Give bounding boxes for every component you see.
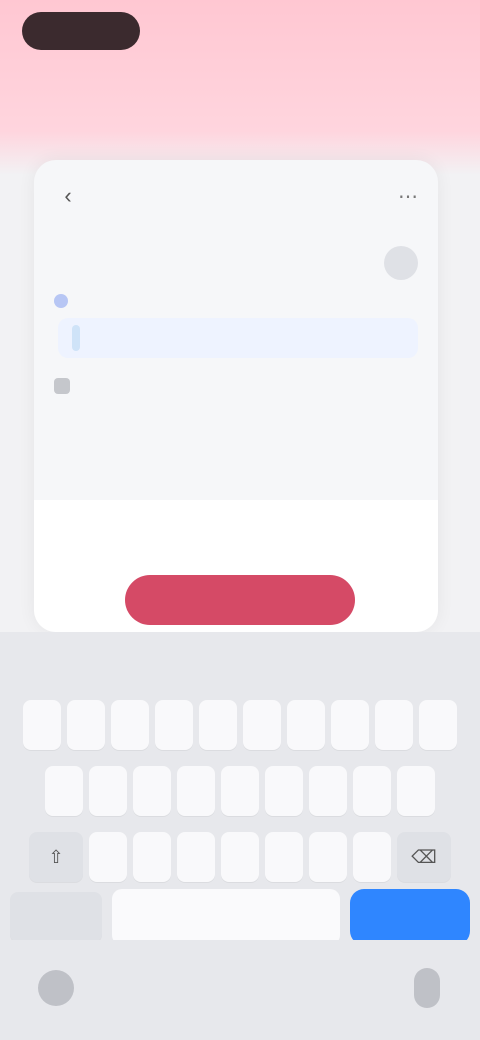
key[interactable] bbox=[221, 832, 259, 882]
key[interactable] bbox=[111, 700, 149, 750]
key[interactable] bbox=[221, 766, 259, 816]
key[interactable] bbox=[45, 766, 83, 816]
avatar[interactable] bbox=[384, 246, 418, 280]
keyboard-row-3: ⇧ ⌫ bbox=[0, 832, 480, 882]
keyboard-row-2 bbox=[0, 766, 480, 816]
key[interactable] bbox=[89, 832, 127, 882]
key[interactable] bbox=[23, 700, 61, 750]
key[interactable] bbox=[397, 766, 435, 816]
keyboard-row-1 bbox=[0, 700, 480, 750]
key[interactable] bbox=[89, 766, 127, 816]
key[interactable] bbox=[67, 700, 105, 750]
shift-key[interactable]: ⇧ bbox=[29, 832, 83, 882]
mode-key[interactable] bbox=[10, 892, 102, 942]
key[interactable] bbox=[177, 766, 215, 816]
key[interactable] bbox=[155, 700, 193, 750]
key[interactable] bbox=[353, 766, 391, 816]
chevron-left-icon[interactable]: ‹ bbox=[52, 180, 84, 212]
key[interactable] bbox=[265, 832, 303, 882]
link-icon bbox=[54, 294, 68, 308]
key[interactable] bbox=[353, 832, 391, 882]
return-key[interactable] bbox=[350, 889, 470, 945]
more-icon[interactable]: ⋯ bbox=[396, 184, 420, 209]
key[interactable] bbox=[133, 832, 171, 882]
space-key[interactable] bbox=[112, 889, 340, 945]
link-row[interactable] bbox=[34, 294, 438, 308]
globe-icon[interactable] bbox=[38, 970, 74, 1006]
key[interactable] bbox=[419, 700, 457, 750]
section-header bbox=[34, 246, 438, 280]
key[interactable] bbox=[243, 700, 281, 750]
key[interactable] bbox=[375, 700, 413, 750]
status-pill bbox=[22, 12, 140, 50]
system-bar bbox=[0, 940, 480, 1040]
key[interactable] bbox=[177, 832, 215, 882]
dialog-card: ‹ ⋯ bbox=[34, 160, 438, 632]
option-row[interactable] bbox=[34, 378, 438, 394]
key[interactable] bbox=[309, 832, 347, 882]
header bbox=[0, 0, 480, 175]
mic-icon[interactable] bbox=[414, 968, 440, 1008]
primary-button[interactable] bbox=[125, 575, 355, 625]
checkbox-icon bbox=[54, 378, 70, 394]
suggestion-bar bbox=[0, 632, 480, 684]
key[interactable] bbox=[331, 700, 369, 750]
key[interactable] bbox=[265, 766, 303, 816]
key[interactable] bbox=[199, 700, 237, 750]
key[interactable] bbox=[287, 700, 325, 750]
key[interactable] bbox=[309, 766, 347, 816]
backspace-key[interactable]: ⌫ bbox=[397, 832, 451, 882]
selection-bar bbox=[72, 325, 80, 351]
selected-option[interactable] bbox=[58, 318, 418, 358]
key[interactable] bbox=[133, 766, 171, 816]
card-header: ‹ ⋯ bbox=[34, 160, 438, 232]
